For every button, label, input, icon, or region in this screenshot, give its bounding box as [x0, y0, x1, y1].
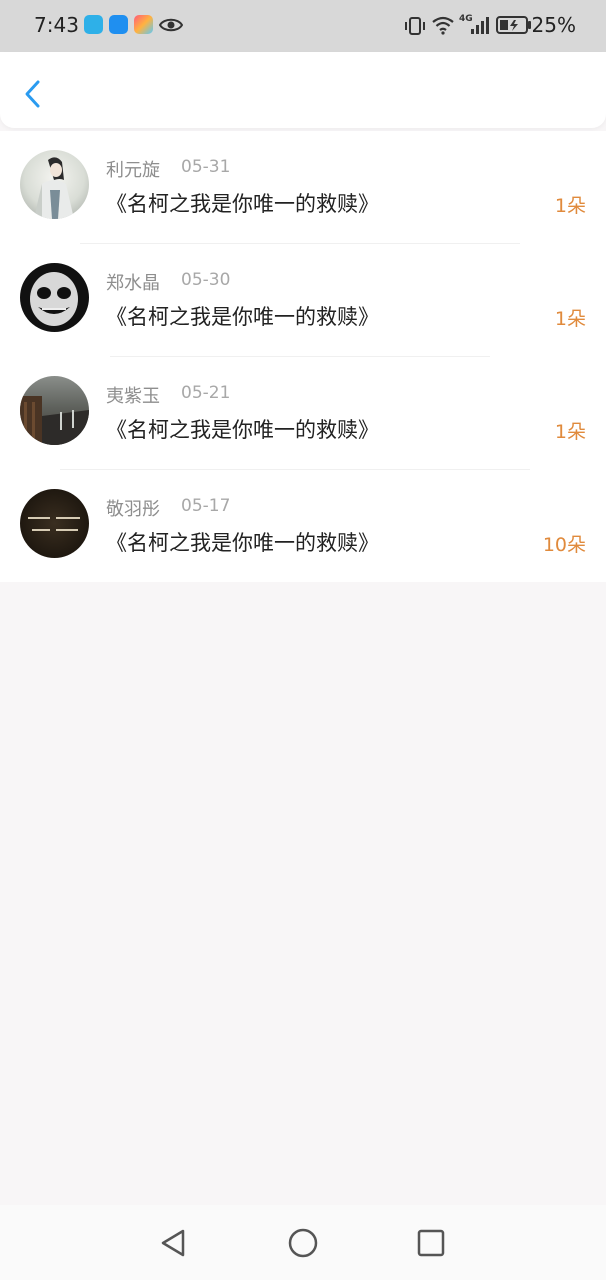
back-button[interactable] — [18, 76, 48, 112]
app-icon-colorful — [134, 15, 153, 34]
nav-recents-button[interactable] — [414, 1226, 448, 1260]
sender-name: 夷紫玉 — [106, 386, 160, 407]
vibrate-icon — [405, 17, 425, 35]
battery-icon — [496, 16, 531, 34]
avatar — [20, 376, 89, 445]
app-icon-weather — [109, 15, 128, 34]
back-triangle-icon — [161, 1229, 185, 1257]
send-date: 05-17 — [181, 496, 231, 516]
wifi-icon — [432, 16, 454, 35]
book-title: 《名柯之我是你唯一的救赎》 — [106, 418, 379, 442]
avatar-text-image — [28, 517, 80, 531]
gift-record-list: 利元旋 05-31 《名柯之我是你唯一的救赎》 1朵 郑水晶 05-30 《名柯… — [0, 131, 606, 582]
avatar — [20, 150, 89, 219]
signal-icon — [471, 17, 489, 34]
system-nav-bar — [0, 1205, 606, 1280]
sender-name: 郑水晶 — [106, 273, 160, 294]
battery-percent: 25% — [531, 13, 576, 37]
header — [0, 52, 606, 128]
avatar — [20, 489, 89, 558]
send-date: 05-31 — [181, 157, 231, 177]
gift-amount: 1朵 — [554, 308, 586, 330]
list-item[interactable]: 夷紫玉 05-21 《名柯之我是你唯一的救赎》 1朵 — [0, 357, 606, 470]
status-time: 7:43 — [34, 13, 79, 37]
nav-back-button[interactable] — [157, 1226, 191, 1260]
send-date: 05-30 — [181, 270, 231, 290]
status-bar: 7:43 4G 25% — [0, 0, 606, 52]
app-icon-blue — [84, 15, 103, 34]
avatar-face — [30, 272, 78, 326]
list-item[interactable]: 郑水晶 05-30 《名柯之我是你唯一的救赎》 1朵 — [0, 244, 606, 357]
send-date: 05-21 — [181, 383, 231, 403]
gift-amount: 10朵 — [542, 534, 586, 556]
sender-name: 利元旋 — [106, 160, 160, 181]
book-title: 《名柯之我是你唯一的救赎》 — [106, 192, 379, 216]
sender-name: 敬羽彤 — [106, 499, 160, 520]
avatar-scene — [20, 396, 89, 445]
home-circle-icon — [288, 1228, 318, 1258]
book-title: 《名柯之我是你唯一的救赎》 — [106, 531, 379, 555]
book-title: 《名柯之我是你唯一的救赎》 — [106, 305, 379, 329]
gift-amount: 1朵 — [554, 195, 586, 217]
list-item[interactable]: 利元旋 05-31 《名柯之我是你唯一的救赎》 1朵 — [0, 131, 606, 244]
chevron-left-icon — [25, 80, 40, 108]
avatar — [20, 263, 89, 332]
list-item[interactable]: 敬羽彤 05-17 《名柯之我是你唯一的救赎》 10朵 — [0, 470, 606, 583]
avatar-figure — [34, 157, 74, 219]
eye-icon — [159, 18, 183, 32]
recents-square-icon — [417, 1229, 445, 1257]
nav-home-button[interactable] — [286, 1226, 320, 1260]
gift-amount: 1朵 — [554, 421, 586, 443]
